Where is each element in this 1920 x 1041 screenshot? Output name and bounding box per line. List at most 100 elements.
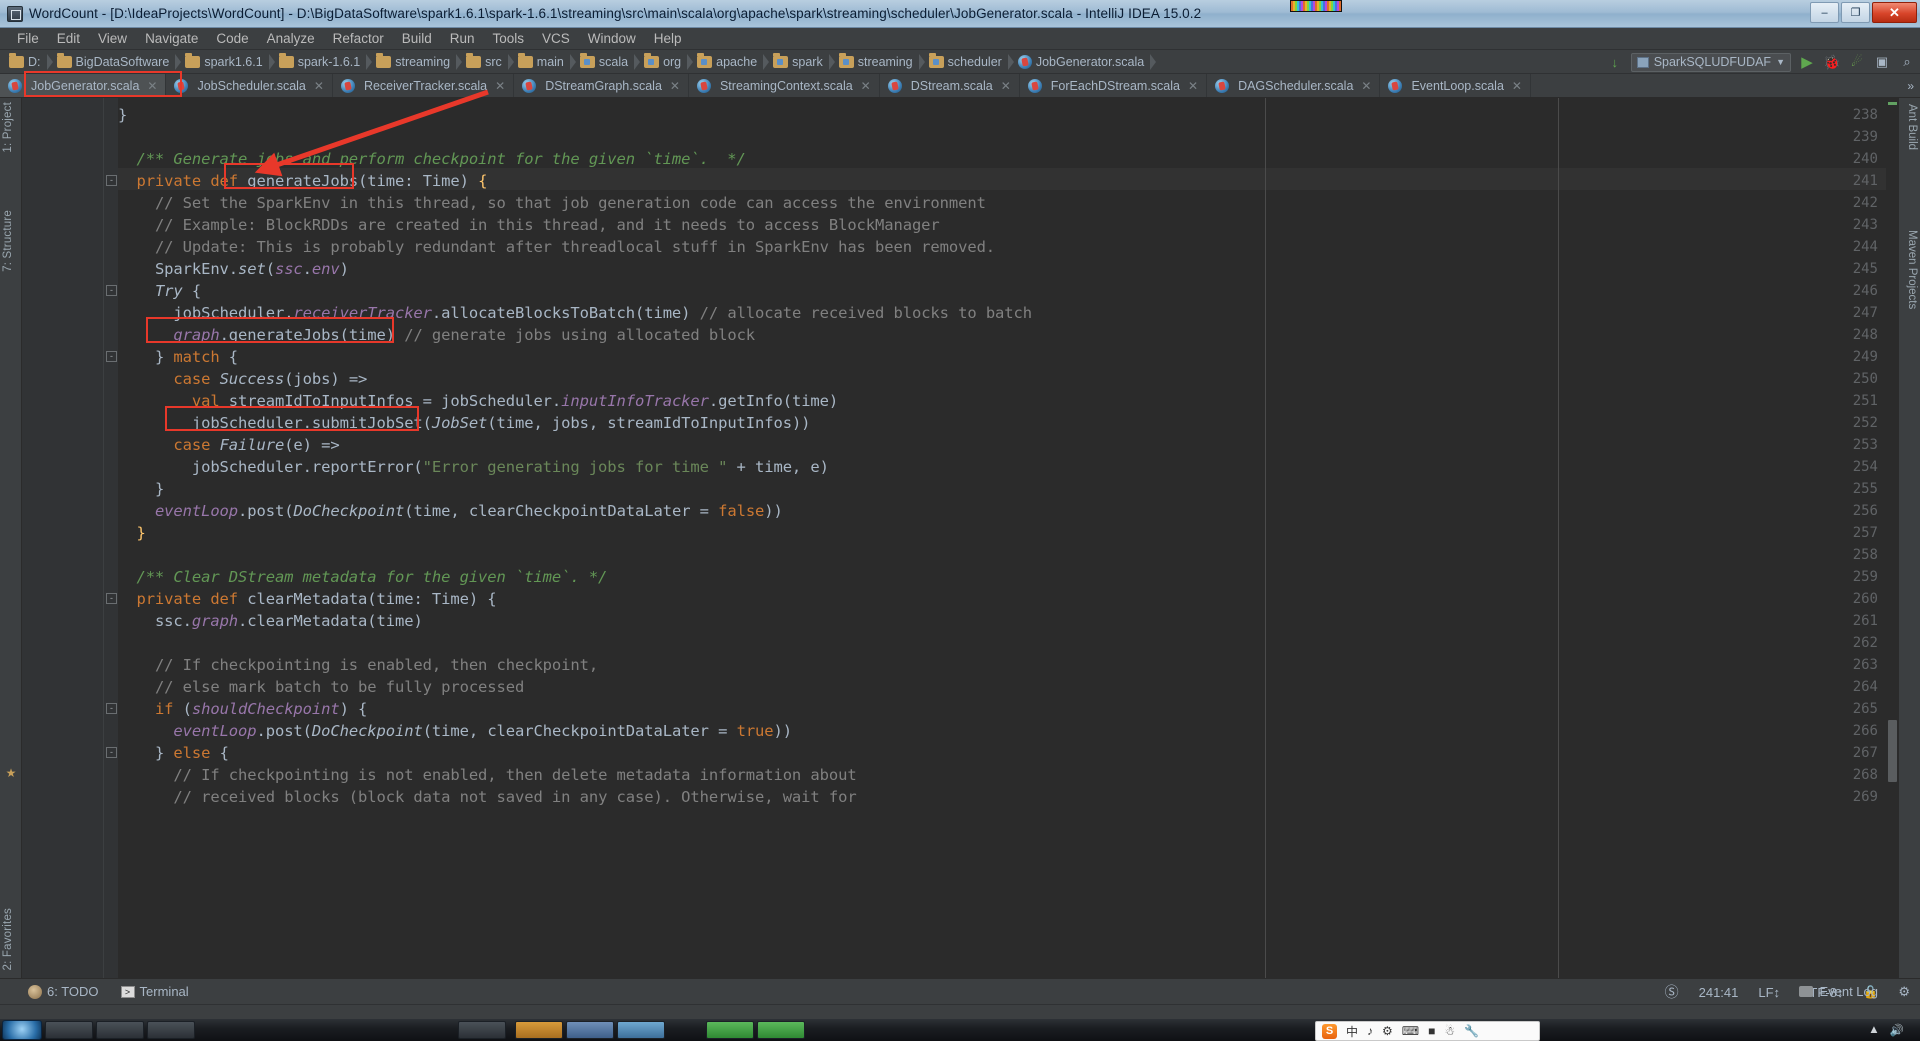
inspection-marker[interactable]	[1888, 102, 1897, 105]
tab-streamingcontext-scala[interactable]: StreamingContext.scala ✕	[688, 74, 880, 97]
code-line[interactable]: }	[118, 522, 145, 544]
code-line[interactable]: // Update: This is probably redundant af…	[118, 236, 995, 258]
code-line[interactable]: // Set the SparkEnv in this thread, so t…	[118, 192, 986, 214]
breadcrumb-item-src[interactable]: src	[463, 52, 514, 72]
code-line[interactable]: private def generateJobs(time: Time) {	[118, 170, 487, 192]
keyboard-icon[interactable]: ⌨	[1402, 1024, 1419, 1038]
close-icon[interactable]: ✕	[861, 79, 871, 93]
code-line[interactable]: // received blocks (block data not saved…	[118, 786, 856, 808]
network-icon[interactable]: ▲	[1868, 1024, 1879, 1036]
volume-icon[interactable]: 🔊	[1890, 1023, 1904, 1037]
menu-item-analyze[interactable]: Analyze	[258, 31, 324, 46]
fold-marker[interactable]: -	[106, 175, 117, 186]
code-line[interactable]: jobScheduler.receiverTracker.allocateBlo…	[118, 302, 1032, 324]
scrollbar-thumb[interactable]	[1888, 720, 1897, 782]
tab-dstream-scala[interactable]: DStream.scala ✕	[879, 74, 1020, 97]
code-line[interactable]: // Example: BlockRDDs are created in thi…	[118, 214, 940, 236]
ime-tone-icon[interactable]: ♪	[1367, 1024, 1373, 1038]
editor-code-area[interactable]: } /** Generate jobs and perform checkpoi…	[118, 98, 1898, 978]
editor-gutter[interactable]	[22, 98, 104, 978]
code-line[interactable]: Try {	[118, 280, 201, 302]
ime-icon[interactable]: S	[1322, 1023, 1337, 1039]
ime-mode-label[interactable]: 中	[1346, 1023, 1358, 1040]
umbrella-icon[interactable]: ☃	[1444, 1024, 1455, 1038]
close-icon[interactable]: ✕	[1512, 79, 1522, 93]
breadcrumb-item-apache[interactable]: apache	[694, 52, 770, 72]
fold-marker[interactable]: -	[106, 747, 117, 758]
wrench-icon[interactable]: 🔧	[1464, 1024, 1479, 1038]
close-icon[interactable]: ✕	[495, 79, 505, 93]
code-line[interactable]: // else mark batch to be fully processed	[118, 676, 524, 698]
taskbar-item[interactable]	[706, 1021, 754, 1039]
fold-marker[interactable]: -	[106, 285, 117, 296]
run-configuration-selector[interactable]: SparkSQLUDFUDAF ▼	[1630, 52, 1791, 72]
code-line[interactable]: } match {	[118, 346, 238, 368]
tab-list-icon[interactable]: »	[1907, 79, 1914, 93]
run-with-coverage-icon[interactable]: ☄	[1848, 53, 1866, 71]
taskbar-item[interactable]	[566, 1021, 614, 1039]
maximize-button[interactable]: ❐	[1841, 2, 1870, 23]
tab-receivertracker-scala[interactable]: ReceiverTracker.scala ✕	[332, 74, 515, 97]
sidebar-item-favorites[interactable]: 2: Favorites	[2, 908, 14, 970]
sidebar-item-ant-build[interactable]: Ant Build	[1906, 104, 1918, 150]
menu-item-tools[interactable]: Tools	[484, 31, 534, 46]
close-icon[interactable]: ✕	[670, 79, 680, 93]
breadcrumb-item-jobgenerator-file[interactable]: JobGenerator.scala	[1015, 52, 1157, 72]
stop-icon[interactable]: ▣	[1873, 53, 1891, 71]
status-terminal[interactable]: > Terminal	[120, 984, 189, 999]
update-project-icon[interactable]: ↓	[1606, 53, 1624, 71]
menu-item-refactor[interactable]: Refactor	[324, 31, 393, 46]
close-icon[interactable]: ✕	[147, 79, 157, 93]
code-line[interactable]: /** Generate jobs and perform checkpoint…	[118, 148, 745, 170]
inspection-status-icon[interactable]: Ⓢ	[1665, 982, 1679, 1002]
tab-jobscheduler-scala[interactable]: JobScheduler.scala ✕	[166, 74, 333, 97]
sidebar-item-project[interactable]: 1: Project	[2, 102, 14, 153]
menu-item-view[interactable]: View	[89, 31, 136, 46]
menu-item-navigate[interactable]: Navigate	[136, 31, 207, 46]
taskbar-item[interactable]	[757, 1021, 805, 1039]
breadcrumb-item-main[interactable]: main	[515, 52, 576, 72]
code-line[interactable]: // If checkpointing is not enabled, then…	[118, 764, 856, 786]
code-line[interactable]: if (shouldCheckpoint) {	[118, 698, 367, 720]
ime-settings-icon[interactable]: ⚙	[1382, 1024, 1393, 1038]
taskbar-item[interactable]	[45, 1021, 93, 1039]
sidebar-item-structure[interactable]: 7: Structure	[2, 210, 14, 272]
tab-foreachdstream-scala[interactable]: ForEachDStream.scala ✕	[1019, 74, 1208, 97]
tab-eventloop-scala[interactable]: EventLoop.scala ✕	[1380, 74, 1531, 97]
search-everywhere-icon[interactable]: ⌕	[1898, 53, 1916, 71]
fold-marker[interactable]: -	[106, 351, 117, 362]
menu-item-help[interactable]: Help	[645, 31, 691, 46]
close-icon[interactable]: ✕	[1001, 79, 1011, 93]
fold-marker[interactable]: -	[106, 703, 117, 714]
tab-jobgenerator-scala[interactable]: JobGenerator.scala ✕	[0, 74, 167, 97]
code-line[interactable]: case Success(jobs) =>	[118, 368, 367, 390]
code-line[interactable]: eventLoop.post(DoCheckpoint(time, clearC…	[118, 720, 792, 742]
code-line[interactable]: private def clearMetadata(time: Time) {	[118, 588, 496, 610]
close-icon[interactable]: ✕	[314, 79, 324, 93]
taskbar-item[interactable]	[147, 1021, 195, 1039]
menu-item-code[interactable]: Code	[207, 31, 257, 46]
sidebar-item-maven-projects[interactable]: Maven Projects	[1906, 230, 1918, 309]
gear-icon[interactable]: ⚙	[1898, 984, 1910, 1000]
code-line[interactable]: case Failure(e) =>	[118, 434, 339, 456]
close-icon[interactable]: ✕	[1188, 79, 1198, 93]
menu-item-window[interactable]: Window	[579, 31, 645, 46]
start-button[interactable]	[2, 1020, 42, 1040]
menu-item-edit[interactable]: Edit	[48, 31, 89, 46]
code-line[interactable]: val streamIdToInputInfos = jobScheduler.…	[118, 390, 838, 412]
code-line[interactable]: graph.generateJobs(time) // generate job…	[118, 324, 755, 346]
code-line[interactable]: jobScheduler.reportError("Error generati…	[118, 456, 829, 478]
close-button[interactable]: ✕	[1872, 2, 1917, 23]
code-line[interactable]: /** Clear DStream metadata for the given…	[118, 566, 607, 588]
caret-position[interactable]: 241:41	[1699, 985, 1739, 1000]
menu-item-build[interactable]: Build	[393, 31, 441, 46]
taskbar-item[interactable]	[458, 1021, 506, 1039]
breadcrumb-item-scala[interactable]: scala	[577, 52, 641, 72]
code-line[interactable]: ssc.graph.clearMetadata(time)	[118, 610, 423, 632]
breadcrumb-item-bigdatasoftware[interactable]: BigDataSoftware	[54, 52, 182, 72]
menu-item-vcs[interactable]: VCS	[533, 31, 579, 46]
line-separator[interactable]: LF↕	[1758, 985, 1780, 1000]
menu-item-file[interactable]: File	[8, 31, 48, 46]
breadcrumb-item-streaming-pkg[interactable]: streaming	[836, 52, 925, 72]
toolbox-icon[interactable]: ■	[1428, 1024, 1435, 1038]
